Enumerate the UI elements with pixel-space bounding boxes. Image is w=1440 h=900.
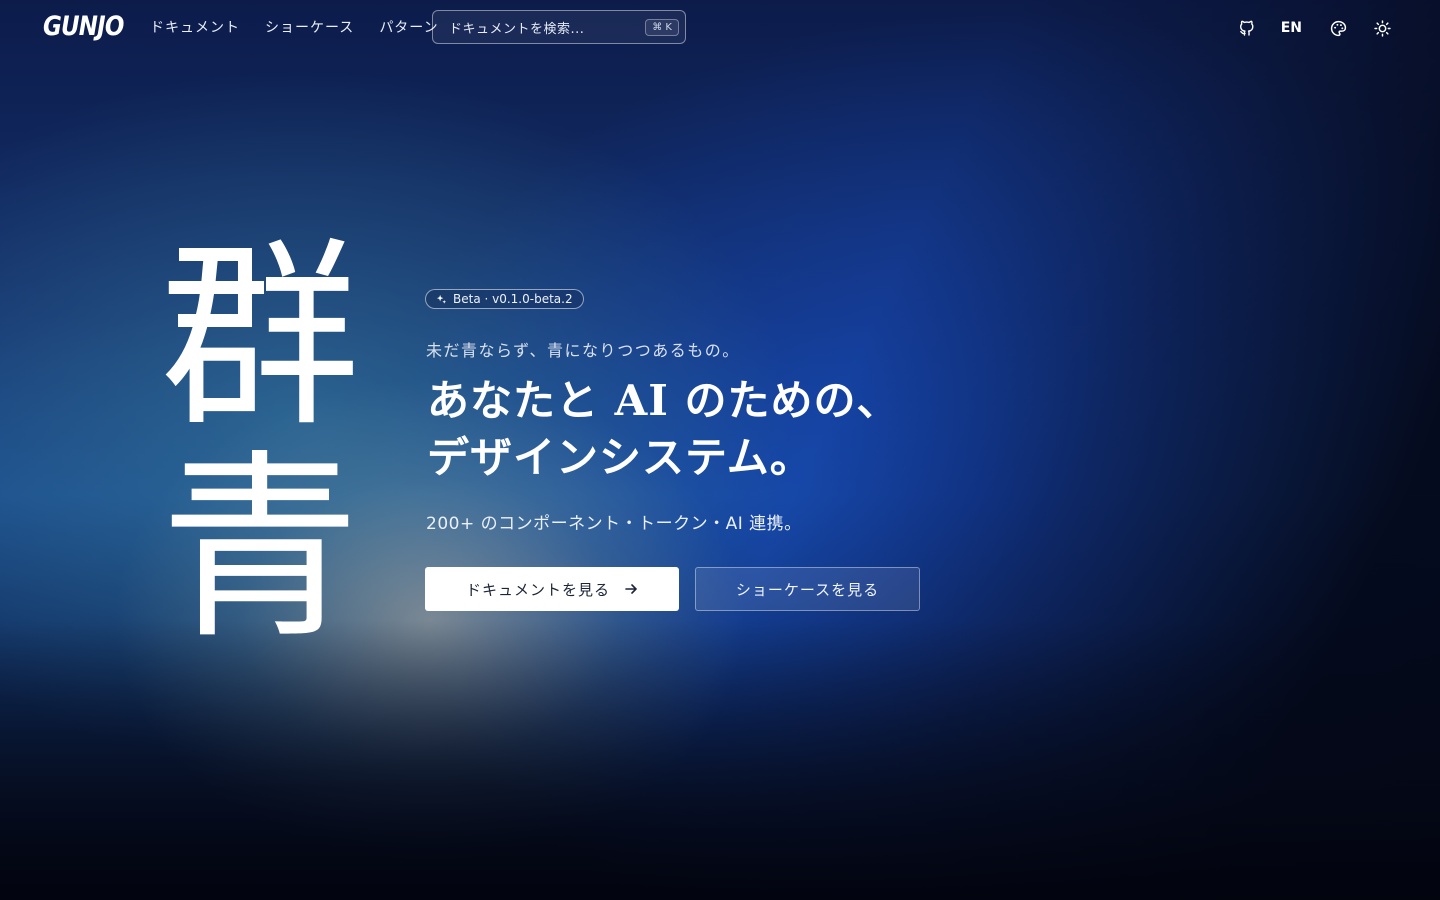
nav-link-showcase[interactable]: ショーケース <box>265 17 354 37</box>
language-toggle[interactable]: EN <box>1281 20 1302 36</box>
hero-headline: あなたと AI のための、 デザインシステム。 <box>427 372 899 486</box>
nav-actions: EN <box>1235 16 1394 40</box>
sparkle-icon <box>436 294 447 304</box>
hero-tagline: 未だ青ならず、青になりつつあるもの。 <box>426 341 740 360</box>
nav-links: ドキュメント ショーケース パターン <box>150 17 439 37</box>
kanji-gun: 群 <box>160 221 361 454</box>
palette-icon[interactable] <box>1326 16 1350 40</box>
nav-link-docs[interactable]: ドキュメント <box>150 17 240 37</box>
version-badge: Beta · v0.1.0-beta.2 <box>425 289 584 309</box>
view-showcase-button[interactable]: ショーケースを見る <box>695 567 920 611</box>
sun-icon[interactable] <box>1370 16 1394 40</box>
view-showcase-button-label: ショーケースを見る <box>735 580 880 599</box>
version-badge-label: Beta · v0.1.0-beta.2 <box>453 292 573 306</box>
github-icon[interactable] <box>1235 16 1259 40</box>
nav-link-patterns[interactable]: パターン <box>379 17 438 37</box>
view-docs-button[interactable]: ドキュメントを見る <box>425 567 679 611</box>
search-shortcut-badge: ⌘ K <box>645 18 679 36</box>
search-placeholder: ドキュメントを検索... <box>449 21 585 37</box>
view-docs-button-label: ドキュメントを見る <box>465 580 610 599</box>
hero-subtext: 200+ のコンポーネント・トークン・AI 連携。 <box>426 514 802 534</box>
arrow-right-icon <box>625 584 637 594</box>
headline-line-2: デザインシステム。 <box>427 433 813 482</box>
logo[interactable]: GUNJO <box>43 11 124 42</box>
search-input[interactable]: ドキュメントを検索... ⌘ K <box>432 10 686 44</box>
kanji-jo: 青 <box>160 433 361 666</box>
top-navigation: GUNJO ドキュメント ショーケース パターン ドキュメントを検索... ⌘ … <box>0 0 1440 56</box>
hero-kanji-logotype: 群 青 <box>160 232 360 656</box>
headline-line-1: あなたと AI のための、 <box>427 376 900 425</box>
